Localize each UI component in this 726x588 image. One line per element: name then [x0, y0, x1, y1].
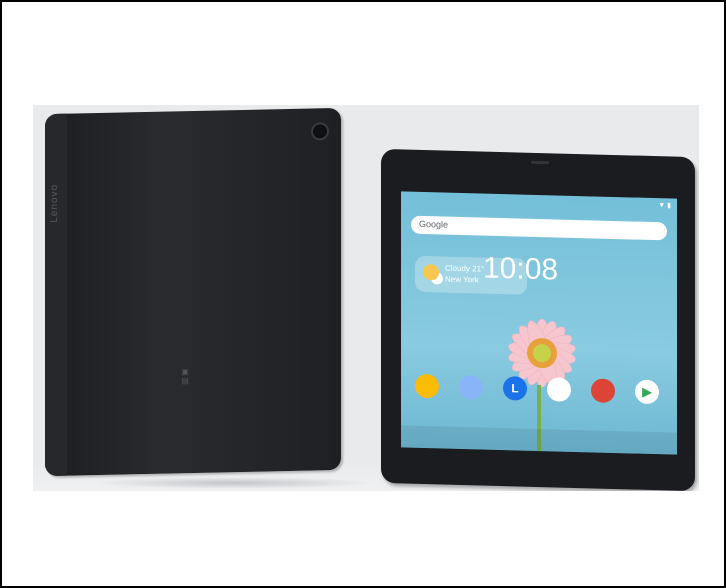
clock-time: 10:08 [483, 251, 559, 287]
back-stripe: Lenovo [45, 113, 67, 477]
navigation-bar [401, 425, 677, 455]
weather-text: Cloudy 21° New York [445, 263, 484, 286]
play-store-icon: ▶ [635, 379, 659, 405]
back-tablet-shadow [93, 477, 373, 489]
certification-marks-icon: ▣ ▤ [181, 367, 189, 386]
photos-pinwheel-icon [547, 377, 571, 402]
photos-icon [415, 373, 439, 399]
product-photo: Lenovo ▣ ▤ ▼ ▮ Google Cloudy 21° New York [33, 105, 699, 491]
search-label: Google [419, 218, 449, 230]
duo-icon [459, 374, 483, 400]
lenovo-l-icon: L [503, 376, 527, 401]
front-camera-icon [531, 160, 549, 165]
tablet-front-view: ▼ ▮ Google Cloudy 21° New York 10:08 L ▶ [381, 148, 695, 491]
weather-cloud-sun-icon [423, 263, 439, 281]
weather-city: New York [445, 274, 479, 285]
brand-logo: Lenovo [49, 183, 60, 223]
tablet-screen: ▼ ▮ Google Cloudy 21° New York 10:08 L ▶ [401, 191, 677, 455]
image-frame: Lenovo ▣ ▤ ▼ ▮ Google Cloudy 21° New York [0, 0, 726, 588]
app-dock: L ▶ [409, 370, 669, 411]
rear-camera-icon [311, 122, 329, 141]
tablet-back-view: Lenovo ▣ ▤ [45, 107, 341, 477]
chrome-icon [591, 378, 615, 404]
search-bar: Google [411, 215, 667, 241]
status-bar-icons: ▼ ▮ [658, 202, 671, 210]
